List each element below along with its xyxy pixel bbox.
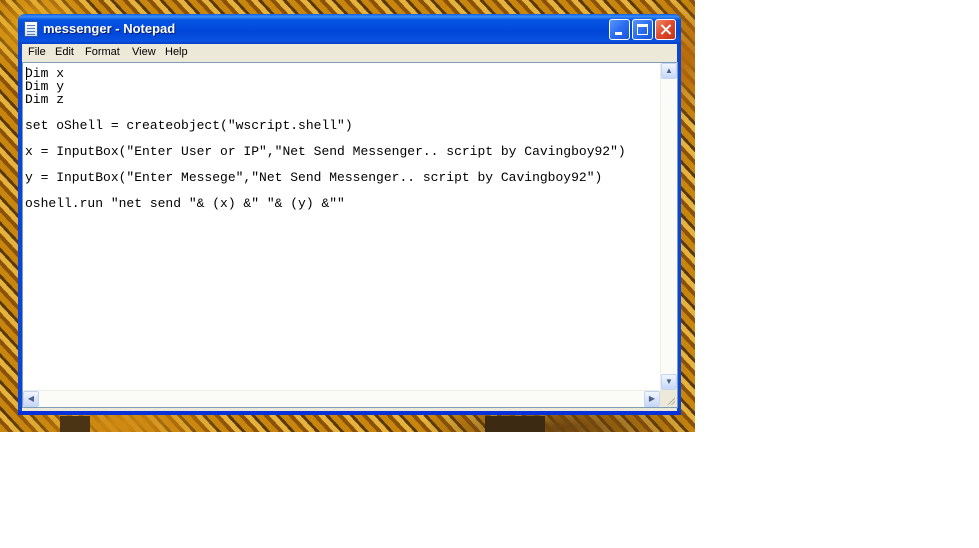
scroll-right-icon[interactable]: ▶ (644, 391, 660, 407)
menu-edit[interactable]: Edit (55, 46, 74, 58)
vertical-scrollbar[interactable]: ▲ ▼ (660, 63, 677, 390)
code-line: x = InputBox("Enter User or IP","Net Sen… (25, 144, 626, 159)
code-line: y = InputBox("Enter Messege","Net Send M… (25, 170, 603, 185)
notepad-window: messenger - Notepad File Edit Format Vie… (18, 14, 681, 415)
title-bar[interactable]: messenger - Notepad (18, 14, 681, 44)
resize-grip-icon[interactable] (660, 390, 677, 407)
wallpaper-tree-trunk (60, 416, 90, 432)
scroll-down-icon[interactable]: ▼ (661, 374, 677, 390)
minimize-button[interactable] (609, 19, 630, 40)
code-line: Dim z (25, 92, 65, 107)
menu-file[interactable]: File (28, 46, 46, 58)
menu-bar: File Edit Format View Help (22, 44, 677, 62)
window-title: messenger - Notepad (43, 21, 176, 36)
text-editor[interactable]: Dim x Dim y Dim z set oShell = createobj… (22, 62, 678, 408)
notepad-icon[interactable] (24, 21, 38, 37)
horizontal-scrollbar[interactable]: ◀ ▶ (23, 390, 660, 407)
scroll-left-icon[interactable]: ◀ (23, 391, 39, 407)
wallpaper-tree-trunk (485, 416, 545, 432)
menu-view[interactable]: View (132, 46, 156, 58)
code-line: oshell.run "net send "& (x) &" "& (y) &"… (25, 196, 345, 211)
code-line: set oShell = createobject("wscript.shell… (25, 118, 353, 133)
scroll-up-icon[interactable]: ▲ (661, 63, 677, 79)
window-border-bottom (18, 411, 681, 415)
menu-help[interactable]: Help (165, 46, 188, 58)
maximize-button[interactable] (632, 19, 653, 40)
menu-format[interactable]: Format (85, 46, 120, 58)
editor-text-area[interactable]: Dim x Dim y Dim z set oShell = createobj… (25, 65, 659, 389)
close-button[interactable] (655, 19, 676, 40)
